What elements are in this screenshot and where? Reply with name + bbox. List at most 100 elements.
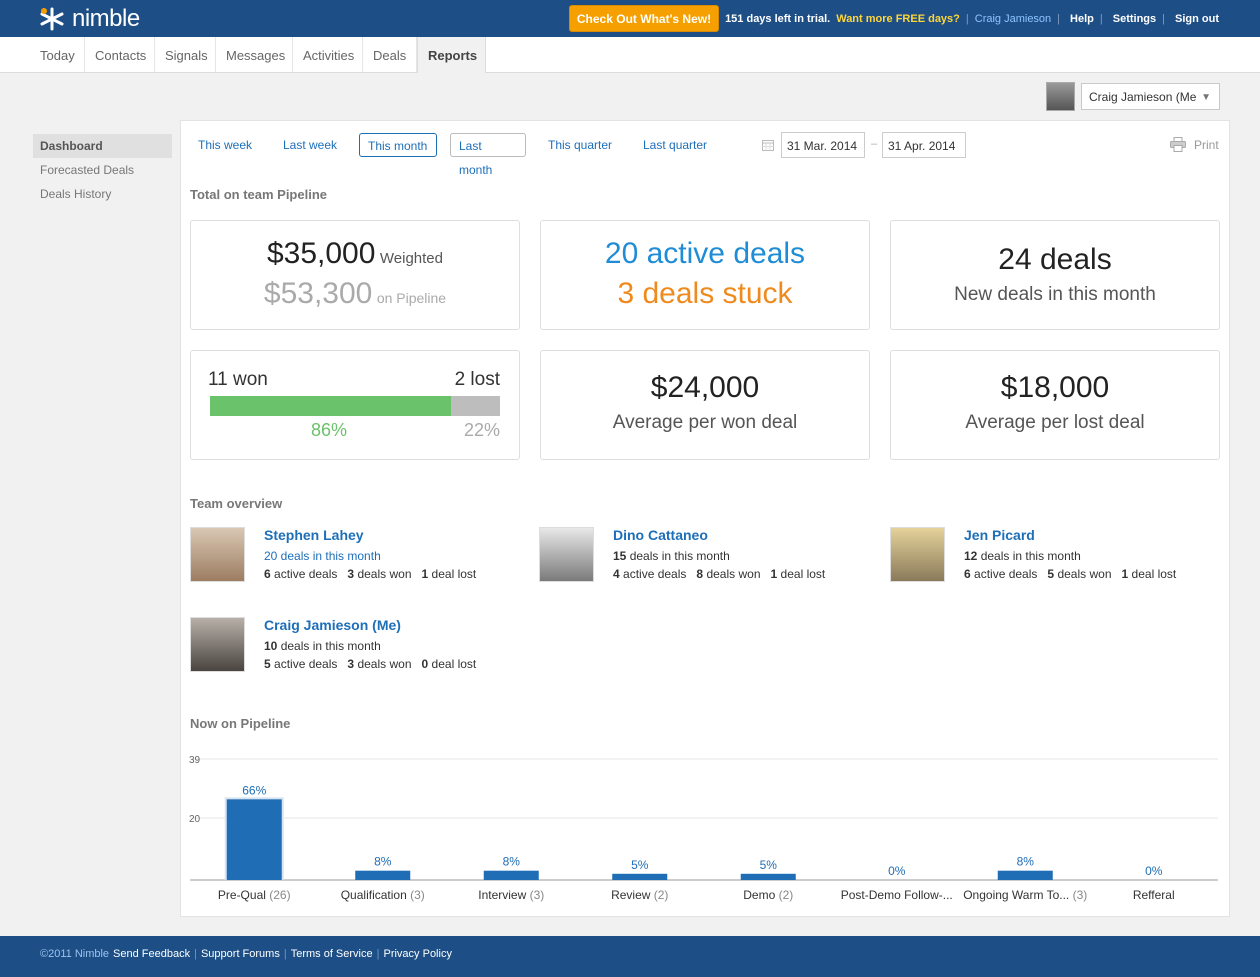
bar	[612, 873, 668, 880]
avatar[interactable]	[539, 527, 594, 582]
more-free-days-link[interactable]: Want more FREE days?	[836, 13, 960, 25]
avg-lost-label: Average per lost deal	[965, 412, 1145, 433]
lost-label: 2 lost	[454, 369, 500, 390]
period-last-month[interactable]: Last month	[450, 133, 526, 177]
footer-link-privacy[interactable]: Privacy Policy	[383, 948, 451, 960]
period-this-month[interactable]: This month	[359, 133, 437, 157]
period-last-quarter[interactable]: Last quarter	[635, 133, 715, 157]
won-label: deals won	[706, 567, 761, 581]
active-count: 6	[964, 567, 971, 581]
footer-link-forums[interactable]: Support Forums	[201, 948, 280, 960]
pipeline-chart-title: Now on Pipeline	[190, 716, 291, 731]
active-label: active deals	[623, 567, 687, 581]
avg-lost-value: $18,000	[1000, 371, 1110, 404]
footer-link-terms[interactable]: Terms of Service	[291, 948, 373, 960]
trial-text: 151 days left in trial.	[725, 12, 831, 25]
avatar[interactable]	[890, 527, 945, 582]
bar-percent-label: 8%	[1017, 855, 1035, 869]
team-member-card: Craig Jamieson (Me) 10 deals in this mon…	[190, 617, 530, 677]
tab-messages[interactable]: Messages	[216, 37, 293, 72]
new-deals-label: New deals in this month	[954, 284, 1156, 305]
member-month-deals[interactable]: 20 deals in this month	[264, 549, 381, 563]
bar	[483, 870, 539, 880]
nimble-logo-icon	[40, 7, 64, 31]
footer-link-feedback[interactable]: Send Feedback	[113, 948, 190, 960]
tab-deals[interactable]: Deals	[363, 37, 417, 72]
date-to-input[interactable]: 31 Apr. 2014	[882, 132, 966, 158]
bar-percent-label: 0%	[1145, 864, 1163, 878]
member-month-deals: 10 deals in this month	[264, 639, 381, 653]
team-member-card: Dino Cattaneo 15 deals in this month 4 a…	[539, 527, 879, 587]
y-tick-label: 20	[189, 814, 201, 825]
period-this-quarter[interactable]: This quarter	[540, 133, 620, 157]
lost-count: 1	[1121, 567, 1129, 581]
print-button[interactable]: Print	[1170, 137, 1219, 152]
printer-icon	[1170, 137, 1186, 152]
member-name[interactable]: Jen Picard	[964, 527, 1035, 543]
category-count: (3)	[407, 888, 425, 902]
category-count: (2)	[650, 888, 668, 902]
active-label: active deals	[274, 567, 338, 581]
won-count: 3	[347, 657, 355, 671]
period-this-week[interactable]: This week	[190, 133, 260, 157]
settings-link[interactable]: Settings	[1113, 13, 1156, 25]
team-overview-title: Team overview	[190, 496, 283, 511]
separator: |	[1099, 12, 1103, 25]
pipeline-label: on Pipeline	[376, 290, 447, 306]
date-range-dash: –	[871, 138, 878, 150]
category-label: Ongoing Warm To... (3)	[963, 888, 1087, 902]
avatar[interactable]	[190, 617, 245, 672]
member-name[interactable]: Dino Cattaneo	[613, 527, 708, 543]
avatar[interactable]	[190, 527, 245, 582]
top-right-links: 151 days left in trial. Want more FREE d…	[715, 0, 1219, 37]
bar-percent-label: 0%	[888, 864, 906, 878]
sidebar-item-forecasted-deals[interactable]: Forecasted Deals	[33, 158, 172, 182]
period-last-week[interactable]: Last week	[275, 133, 345, 157]
team-member-card: Jen Picard 12 deals in this month 6 acti…	[890, 527, 1230, 587]
bar-percent-label: 5%	[631, 858, 649, 872]
help-link[interactable]: Help	[1070, 13, 1094, 25]
tab-reports[interactable]: Reports	[417, 37, 486, 73]
user-selector: Craig Jamieson (Me ▼	[1046, 82, 1220, 111]
sidebar-item-deals-history[interactable]: Deals History	[33, 182, 172, 206]
user-profile-link[interactable]: Craig Jamieson	[975, 13, 1051, 25]
bar-percent-label: 5%	[760, 858, 778, 872]
member-name[interactable]: Craig Jamieson (Me)	[264, 617, 401, 633]
member-name[interactable]: Stephen Lahey	[264, 527, 364, 543]
category-label: Post-Demo Follow-...	[841, 888, 953, 902]
logo[interactable]: nimble	[36, 5, 140, 32]
won-lost-card: 11 won 2 lost 86% 22%	[190, 350, 520, 460]
lost-label: deal lost	[431, 567, 477, 581]
active-label: active deals	[974, 567, 1038, 581]
user-select-value: Craig Jamieson (Me	[1089, 90, 1197, 104]
lost-label: deal lost	[431, 657, 477, 671]
footer: ©2011 Nimble Send Feedback | Support For…	[0, 936, 1260, 977]
weighted-line: $35,000 Weighted	[191, 237, 519, 271]
new-deals-card: 24 deals New deals in this month	[890, 220, 1220, 330]
whats-new-button[interactable]: Check Out What's New!	[569, 5, 719, 32]
won-label: deals won	[1057, 567, 1112, 581]
tab-activities[interactable]: Activities	[293, 37, 363, 72]
category-count: (3)	[526, 888, 544, 902]
member-stats: 5 active deals 3 deals won 0 deal lost	[264, 657, 476, 671]
separator: |	[1057, 12, 1061, 25]
member-stats: 4 active deals 8 deals won 1 deal lost	[613, 567, 825, 581]
footer-separator: |	[283, 948, 287, 960]
month-count: 10	[264, 639, 278, 653]
bar-percent-label: 8%	[374, 855, 392, 869]
active-count: 4	[613, 567, 620, 581]
weighted-value: $35,000	[266, 237, 376, 270]
sign-out-link[interactable]: Sign out	[1175, 13, 1219, 25]
user-select-dropdown[interactable]: Craig Jamieson (Me ▼	[1081, 83, 1220, 110]
sidebar-item-dashboard[interactable]: Dashboard	[33, 134, 172, 158]
tab-signals[interactable]: Signals	[155, 37, 216, 72]
category-label: Review (2)	[611, 888, 668, 902]
calendar-icon[interactable]	[762, 139, 774, 151]
date-from-input[interactable]: 31 Mar. 2014	[781, 132, 865, 158]
won-count: 8	[696, 567, 704, 581]
category-label: Demo (2)	[743, 888, 793, 902]
tab-contacts[interactable]: Contacts	[85, 37, 155, 72]
tab-today[interactable]: Today	[30, 37, 85, 72]
member-month-deals: 15 deals in this month	[613, 549, 730, 563]
lost-label: deal lost	[1131, 567, 1177, 581]
